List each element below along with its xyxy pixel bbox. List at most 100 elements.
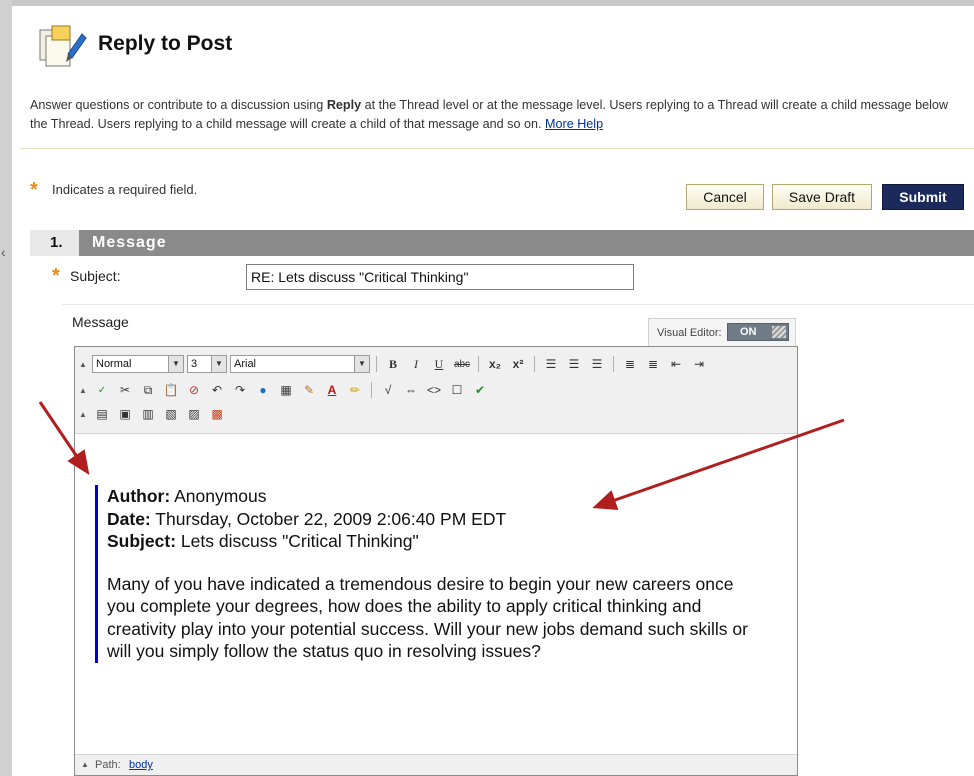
outdent-icon[interactable]: ⇤ <box>666 355 686 373</box>
instructions-prefix: Answer questions or contribute to a disc… <box>30 98 327 112</box>
preview-icon[interactable]: ☐ <box>447 381 467 399</box>
toolbar-separator <box>534 356 535 372</box>
chevron-down-icon: ▼ <box>354 356 369 372</box>
editor-path-bar: ▲ Path: body <box>75 754 797 775</box>
quote-subject-value: Lets discuss "Critical Thinking" <box>176 531 419 551</box>
draw-icon[interactable]: ✎ <box>299 381 319 399</box>
superscript-icon[interactable]: x² <box>508 355 528 373</box>
quoted-message: Author: Anonymous Date: Thursday, Octobe… <box>95 485 755 663</box>
copy-icon[interactable]: ⧉ <box>138 381 158 399</box>
required-star-icon: * <box>30 179 38 201</box>
toolbar-separator <box>376 356 377 372</box>
paste-icon[interactable]: 📋 <box>161 381 181 399</box>
collapse-row-icon[interactable]: ▲ <box>81 760 89 769</box>
quote-subject-label: Subject: <box>107 531 177 551</box>
equation-icon[interactable]: √ <box>378 381 398 399</box>
divider <box>62 304 974 305</box>
message-label: Message <box>72 314 129 330</box>
cancel-button[interactable]: Cancel <box>686 184 764 210</box>
subject-line: Subject: Lets discuss "Critical Thinking… <box>107 530 755 553</box>
subject-input[interactable] <box>246 264 634 290</box>
visual-editor-toggle-area: Visual Editor: ON <box>648 318 796 346</box>
audio-icon[interactable]: ▨ <box>184 405 204 423</box>
editor-toolbar: ▲ Normal ▼ 3 ▼ Arial ▼ B I U abc x₂ x² ☰ ☰ … <box>75 347 797 434</box>
toolbar-row-1: ▲ Normal ▼ 3 ▼ Arial ▼ B I U abc x₂ x² ☰ ☰ … <box>79 353 709 375</box>
spellcheck-icon[interactable]: ✓ <box>92 381 112 399</box>
font-size-select[interactable]: 3 ▼ <box>187 355 227 373</box>
font-family-value: Arial <box>234 358 257 370</box>
source-icon[interactable]: <> <box>424 381 444 399</box>
undo-icon[interactable]: ↶ <box>207 381 227 399</box>
flash-icon[interactable]: ▩ <box>207 405 227 423</box>
text-color-icon[interactable]: A <box>322 381 342 399</box>
insert-image-icon[interactable]: ▣ <box>115 405 135 423</box>
underline-icon[interactable]: U <box>429 355 449 373</box>
align-center-icon[interactable]: ☰ <box>564 355 584 373</box>
mashup-icon[interactable]: ▧ <box>161 405 181 423</box>
highlight-icon[interactable]: ✏ <box>345 381 365 399</box>
collapse-row-icon[interactable]: ▲ <box>79 410 89 419</box>
visual-editor-toggle[interactable]: ON <box>727 323 789 341</box>
editor-content[interactable]: Author: Anonymous Date: Thursday, Octobe… <box>95 485 755 663</box>
required-field-note: Indicates a required field. <box>52 182 198 197</box>
page-title: Reply to Post <box>98 32 233 55</box>
section-number: 1. <box>30 230 79 256</box>
attach-file-icon[interactable]: ▤ <box>92 405 112 423</box>
date-value: Thursday, October 22, 2009 2:06:40 PM ED… <box>150 508 507 529</box>
collapse-row-icon[interactable]: ▲ <box>79 360 89 369</box>
message-body: Many of you have indicated a tremendous … <box>107 573 748 662</box>
cut-icon[interactable]: ✂ <box>115 381 135 399</box>
author-value: Anonymous <box>170 486 267 506</box>
chevron-down-icon: ▼ <box>211 356 226 372</box>
align-right-icon[interactable]: ☰ <box>587 355 607 373</box>
chevron-down-icon: ▼ <box>168 356 183 372</box>
toolbar-separator <box>371 382 372 398</box>
toolbar-separator <box>613 356 614 372</box>
author-line: Author: Anonymous <box>107 485 755 508</box>
link-icon[interactable]: ● <box>253 381 273 399</box>
section-title: Message <box>92 234 167 251</box>
align-left-icon[interactable]: ☰ <box>541 355 561 373</box>
date-line: Date: Thursday, October 22, 2009 2:06:40… <box>107 508 755 531</box>
toolbar-row-2: ▲ ✓ ✂ ⧉ 📋 ⊘ ↶ ↷ ● ▦ ✎ A ✏ √ ⇔ <> ☐ ✔ <box>79 379 490 401</box>
save-draft-button[interactable]: Save Draft <box>772 184 872 210</box>
collapse-row-icon[interactable]: ▲ <box>79 386 89 395</box>
divider <box>20 148 974 149</box>
unordered-list-icon[interactable]: ≣ <box>643 355 663 373</box>
format-select[interactable]: Normal ▼ <box>92 355 184 373</box>
ordered-list-icon[interactable]: ≣ <box>620 355 640 373</box>
top-border <box>12 0 974 6</box>
check-icon[interactable]: ✔ <box>470 381 490 399</box>
insert-media-icon[interactable]: ▥ <box>138 405 158 423</box>
toolbar-separator <box>478 356 479 372</box>
date-label: Date: <box>107 508 151 529</box>
more-help-link[interactable]: More Help <box>545 117 603 131</box>
subscript-icon[interactable]: x₂ <box>485 355 505 373</box>
visual-editor-label: Visual Editor: <box>657 327 722 339</box>
format-select-value: Normal <box>96 358 132 370</box>
html-code-icon[interactable]: ⇔ <box>401 381 421 399</box>
left-collapse-bar[interactable]: ‹ <box>0 0 12 776</box>
message-editor[interactable]: ▲ Normal ▼ 3 ▼ Arial ▼ B I U abc x₂ x² ☰ ☰ … <box>74 346 798 776</box>
subject-label: Subject: <box>70 268 121 284</box>
indent-icon[interactable]: ⇥ <box>689 355 709 373</box>
table-icon[interactable]: ▦ <box>276 381 296 399</box>
redo-icon[interactable]: ↷ <box>230 381 250 399</box>
path-body-link[interactable]: body <box>129 759 153 771</box>
toggle-grip-icon <box>772 326 786 338</box>
instructions-reply-keyword: Reply <box>326 98 362 112</box>
required-star-icon: * <box>52 265 60 287</box>
submit-button[interactable]: Submit <box>882 184 964 210</box>
toolbar-row-3: ▲ ▤ ▣ ▥ ▧ ▨ ▩ <box>79 403 227 425</box>
path-label: Path: <box>95 759 121 771</box>
bold-icon[interactable]: B <box>383 355 403 373</box>
font-family-select[interactable]: Arial ▼ <box>230 355 370 373</box>
strikethrough-icon[interactable]: abc <box>452 355 472 373</box>
author-label: Author: <box>107 486 171 506</box>
chevron-left-icon[interactable]: ‹ <box>1 244 6 260</box>
italic-icon[interactable]: I <box>406 355 426 373</box>
remove-link-icon[interactable]: ⊘ <box>184 381 204 399</box>
instructions-text: Answer questions or contribute to a disc… <box>30 96 960 134</box>
visual-editor-state: ON <box>740 326 757 338</box>
reply-post-icon <box>39 25 87 67</box>
